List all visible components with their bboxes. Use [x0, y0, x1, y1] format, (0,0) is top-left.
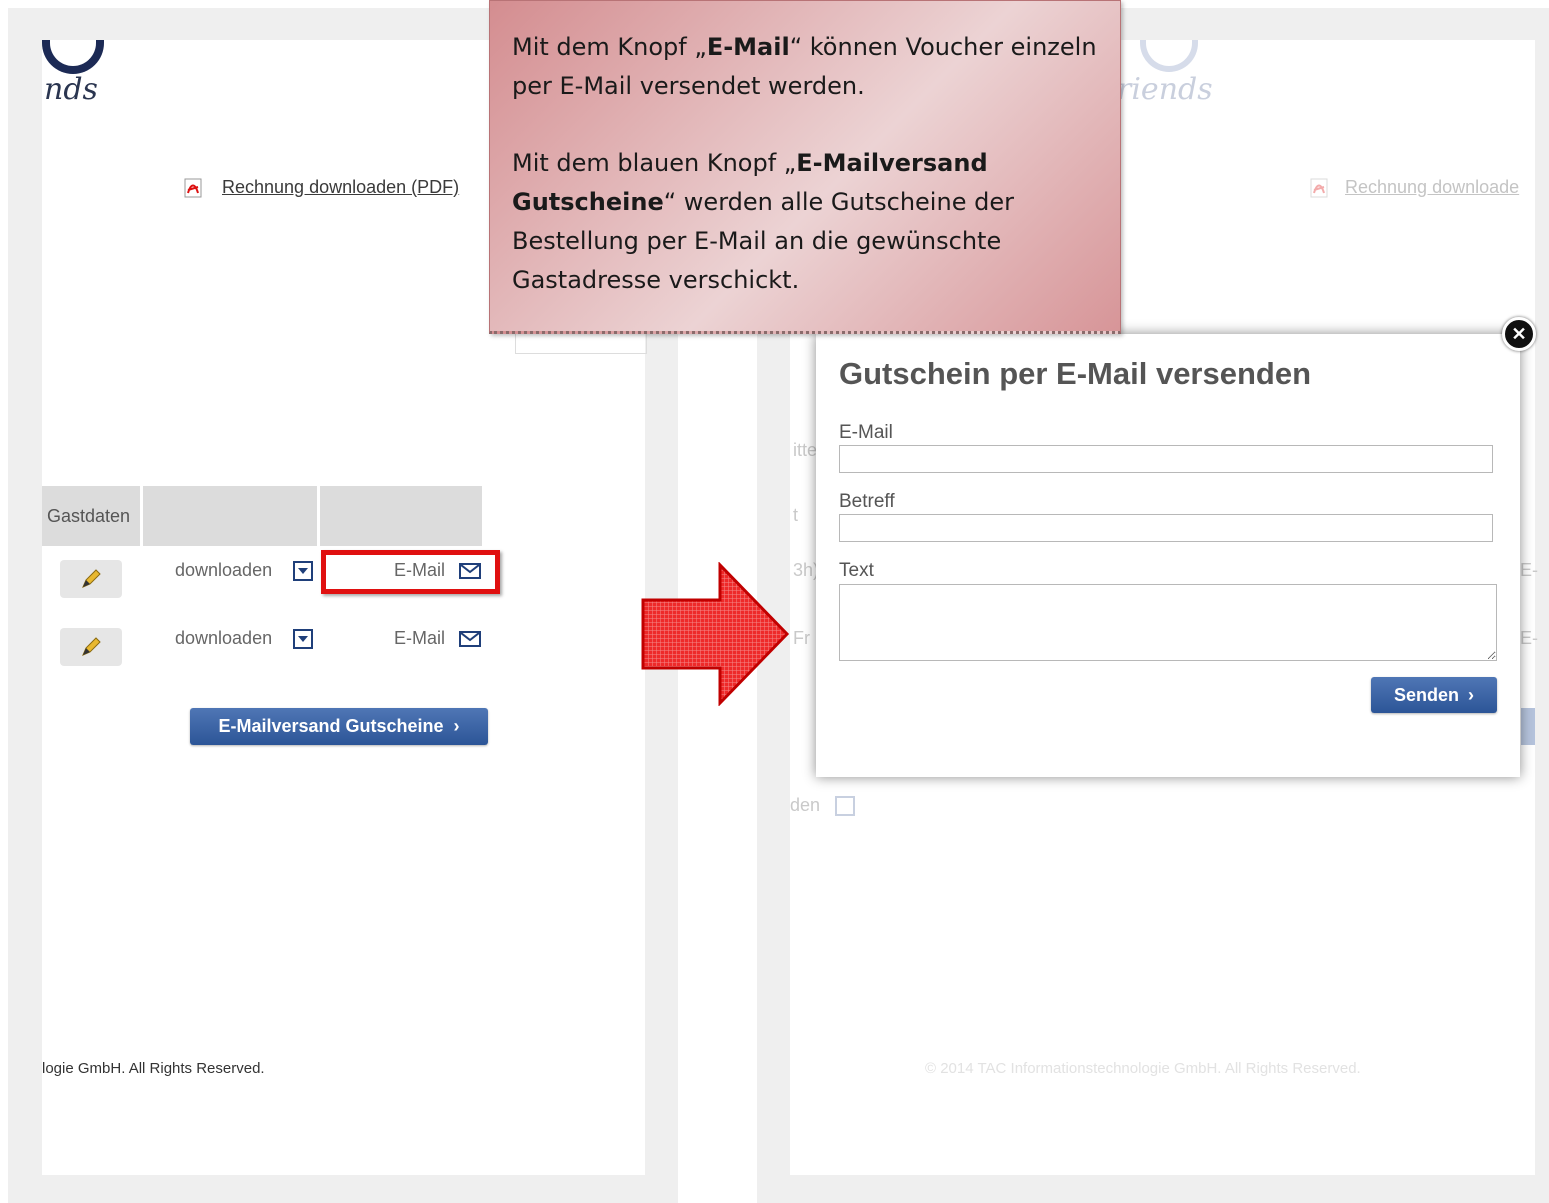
- arrow-right-icon: [641, 562, 790, 706]
- email-field[interactable]: [839, 445, 1493, 473]
- callout-text: Mit dem blauen Knopf „: [512, 149, 797, 177]
- invoice-download-link-faded: Rechnung downloade: [1345, 177, 1520, 197]
- chevron-right-icon: ›: [453, 716, 460, 736]
- email-label: E-Mail: [839, 422, 893, 443]
- hidden-input-edge: [515, 334, 647, 354]
- pencil-icon: [82, 637, 101, 656]
- bg-fragment: Fr: [793, 628, 810, 648]
- text-label: Text: [839, 560, 874, 581]
- header-col-2: [143, 486, 317, 546]
- download-label[interactable]: downloaden: [175, 628, 272, 649]
- header-label: Gastdaten: [47, 505, 131, 526]
- text-area[interactable]: [839, 584, 1497, 661]
- send-button[interactable]: Senden ›: [1371, 677, 1497, 713]
- bg-footer: © 2014 TAC Informationstechnologie GmbH.…: [925, 1060, 1361, 1077]
- invoice-download-link[interactable]: Rechnung downloaden (PDF): [222, 177, 459, 198]
- email-link[interactable]: E-Mail: [394, 560, 445, 581]
- pencil-icon: [82, 569, 101, 588]
- subject-field[interactable]: [839, 514, 1493, 542]
- callout-paragraph-1: Mit dem Knopf „E-Mail“ können Voucher ei…: [512, 28, 1098, 106]
- callout-text: Mit dem Knopf „: [512, 33, 707, 61]
- bg-fragment: itte: [793, 440, 818, 460]
- bg-fragment: E-: [1520, 560, 1538, 580]
- logo-text: nds: [44, 72, 98, 107]
- subject-label: Betreff: [839, 491, 895, 512]
- send-voucher-modal: Gutschein per E-Mail versenden E-Mail Be…: [816, 334, 1520, 777]
- instruction-callout: Mit dem Knopf „E-Mail“ können Voucher ei…: [489, 0, 1121, 334]
- dropdown-arrow-icon[interactable]: [293, 561, 313, 581]
- footer-copyright: logie GmbH. All Rights Reserved.: [42, 1060, 265, 1077]
- send-label: Senden: [1393, 684, 1459, 705]
- bg-download-label: den: [790, 795, 821, 815]
- bulk-email-vouchers-button[interactable]: E-Mailversand Gutscheine ›: [190, 708, 488, 745]
- bulk-email-label: E-Mailversand Gutscheine: [218, 716, 444, 736]
- envelope-icon[interactable]: [459, 563, 481, 579]
- close-icon[interactable]: ✕: [1502, 317, 1536, 351]
- chevron-right-icon: ›: [1468, 684, 1474, 705]
- modal-title: Gutschein per E-Mail versenden: [839, 356, 1312, 391]
- header-col-3: [320, 486, 482, 546]
- dropdown-arrow-icon: [835, 796, 855, 816]
- header-gastdaten: Gastdaten: [42, 486, 140, 546]
- bg-button-edge: [1521, 708, 1535, 745]
- pdf-icon: [184, 178, 202, 198]
- edit-guest-button[interactable]: [60, 560, 122, 598]
- dropdown-arrow-icon[interactable]: [293, 629, 313, 649]
- bg-fragment: E-: [1520, 628, 1538, 648]
- pdf-icon: [1310, 178, 1328, 198]
- callout-bold: E-Mail: [706, 33, 790, 61]
- bg-fragment: t: [793, 505, 799, 525]
- edit-guest-button[interactable]: [60, 628, 122, 666]
- email-link[interactable]: E-Mail: [394, 628, 445, 649]
- envelope-icon[interactable]: [459, 631, 481, 647]
- logo-text-faded: riends: [1117, 72, 1213, 107]
- download-label[interactable]: downloaden: [175, 560, 272, 581]
- callout-paragraph-2: Mit dem blauen Knopf „E-Mailversand Guts…: [512, 144, 1098, 300]
